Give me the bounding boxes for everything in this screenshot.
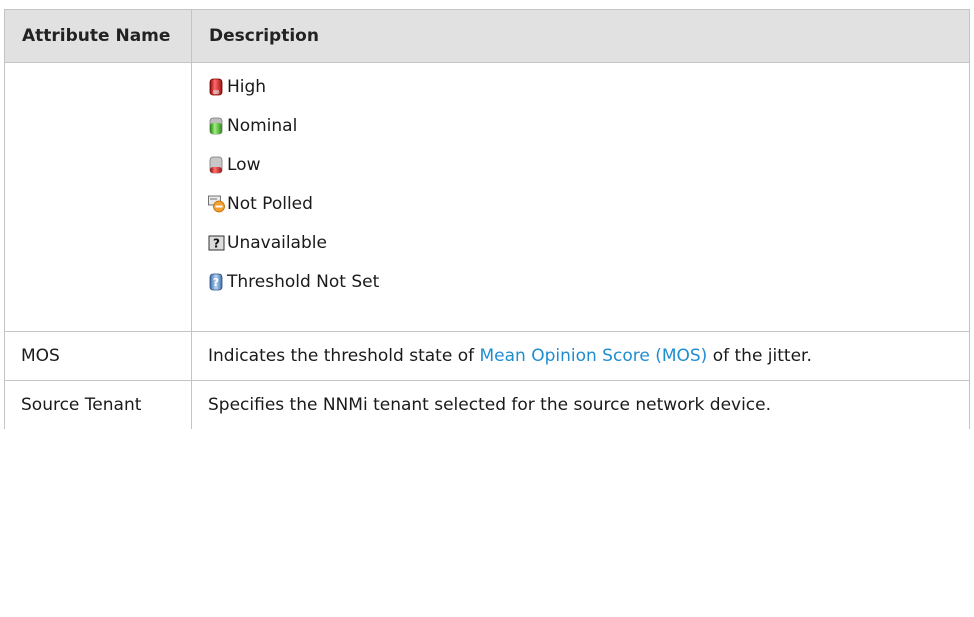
table-header-row: Attribute Name Description [4, 9, 970, 63]
header-description: Description [191, 9, 970, 63]
list-item: High [208, 76, 957, 98]
list-item: Nominal [208, 115, 957, 137]
attribute-name-cell: Source Tenant [4, 380, 192, 429]
table-row: Source Tenant Specifies the NNMi tenant … [4, 380, 970, 429]
attribute-table: Attribute Name Description High Nominal … [4, 9, 970, 429]
list-item: ? Threshold Not Set [208, 271, 957, 293]
threshold-high-icon [209, 78, 223, 96]
not-polled-icon [208, 195, 225, 213]
table-row-status: High Nominal Low Not Polled ? Unavailabl… [4, 62, 970, 332]
table-row: MOS Indicates the threshold state of Mea… [4, 331, 970, 381]
status-list: High Nominal Low Not Polled ? Unavailabl… [208, 76, 957, 293]
svg-text:?: ? [213, 276, 219, 289]
status-label: Unavailable [227, 232, 327, 253]
description-text: of the jitter. [707, 346, 812, 366]
description-cell: Indicates the threshold state of Mean Op… [191, 331, 970, 381]
threshold-nominal-icon [209, 117, 223, 135]
header-attribute-name: Attribute Name [4, 9, 192, 63]
list-item: Low [208, 154, 957, 176]
status-label: Threshold Not Set [227, 271, 380, 292]
mos-link[interactable]: Mean Opinion Score (MOS) [479, 346, 707, 366]
status-label: Nominal [227, 115, 298, 136]
list-item: ? Unavailable [208, 232, 957, 254]
threshold-low-icon [209, 156, 223, 174]
status-description-cell: High Nominal Low Not Polled ? Unavailabl… [191, 62, 970, 332]
threshold-not-set-icon: ? [209, 273, 223, 291]
description-cell: Specifies the NNMi tenant selected for t… [191, 380, 970, 429]
svg-text:?: ? [213, 237, 220, 251]
status-label: Low [227, 154, 261, 175]
attribute-name-cell-empty [4, 62, 192, 332]
attribute-name-cell: MOS [4, 331, 192, 381]
unavailable-icon: ? [208, 235, 225, 251]
description-text: Indicates the threshold state of [208, 346, 480, 366]
list-item: Not Polled [208, 193, 957, 215]
status-label: Not Polled [227, 193, 313, 214]
status-label: High [227, 76, 267, 97]
